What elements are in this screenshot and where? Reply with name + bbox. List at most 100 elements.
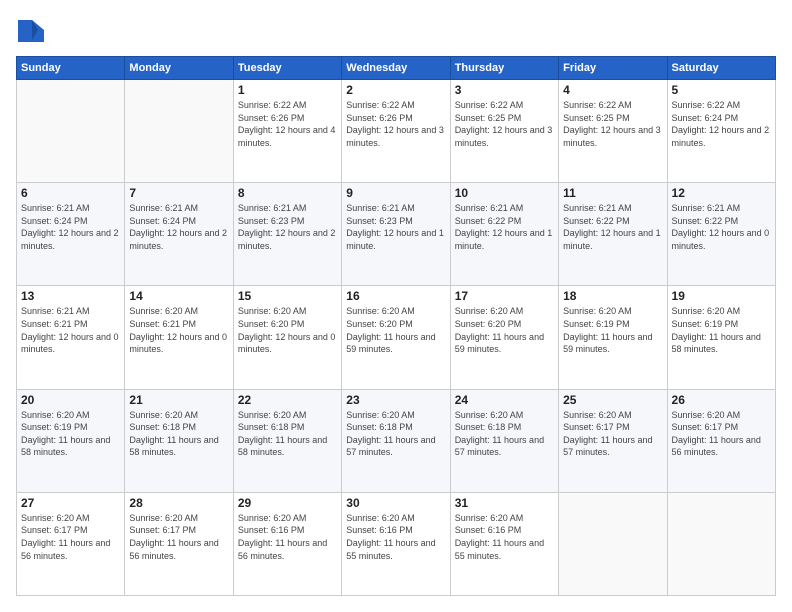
- calendar-week-row: 13Sunrise: 6:21 AM Sunset: 6:21 PM Dayli…: [17, 286, 776, 389]
- calendar-cell: [125, 80, 233, 183]
- calendar-cell: 27 Sunrise: 6:20 AM Sunset: 6:17 PM Dayli…: [17, 492, 125, 595]
- day-number: 22: [238, 393, 337, 407]
- day-number: 9: [346, 186, 445, 200]
- day-number: 23: [346, 393, 445, 407]
- day-info: Sunrise: 6:20 AM Sunset: 6:18 PM Dayligh…: [346, 409, 445, 459]
- calendar-cell: [17, 80, 125, 183]
- day-info: Sunrise: 6:20 AM Sunset: 6:16 PM Dayligh…: [238, 512, 337, 562]
- day-info: Sunrise: 6:21 AM Sunset: 6:22 PM Dayligh…: [672, 202, 771, 252]
- calendar-weekday-sunday: Sunday: [17, 57, 125, 80]
- day-info: Sunrise: 6:22 AM Sunset: 6:25 PM Dayligh…: [563, 99, 662, 149]
- calendar-cell: 9 Sunrise: 6:21 AM Sunset: 6:23 PM Daylig…: [342, 183, 450, 286]
- day-number: 2: [346, 83, 445, 97]
- calendar-cell: 30 Sunrise: 6:20 AM Sunset: 6:16 PM Dayli…: [342, 492, 450, 595]
- day-number: 8: [238, 186, 337, 200]
- day-info: Sunrise: 6:22 AM Sunset: 6:25 PM Dayligh…: [455, 99, 554, 149]
- day-number: 21: [129, 393, 228, 407]
- day-number: 25: [563, 393, 662, 407]
- day-info: Sunrise: 6:21 AM Sunset: 6:24 PM Dayligh…: [129, 202, 228, 252]
- day-info: Sunrise: 6:20 AM Sunset: 6:20 PM Dayligh…: [455, 305, 554, 355]
- day-number: 19: [672, 289, 771, 303]
- day-info: Sunrise: 6:22 AM Sunset: 6:24 PM Dayligh…: [672, 99, 771, 149]
- day-number: 3: [455, 83, 554, 97]
- calendar-cell: 7 Sunrise: 6:21 AM Sunset: 6:24 PM Daylig…: [125, 183, 233, 286]
- calendar-week-row: 20Sunrise: 6:20 AM Sunset: 6:19 PM Dayli…: [17, 389, 776, 492]
- calendar-weekday-friday: Friday: [559, 57, 667, 80]
- calendar-cell: 16 Sunrise: 6:20 AM Sunset: 6:20 PM Dayli…: [342, 286, 450, 389]
- calendar-cell: 26 Sunrise: 6:20 AM Sunset: 6:17 PM Dayli…: [667, 389, 775, 492]
- day-number: 16: [346, 289, 445, 303]
- day-number: 14: [129, 289, 228, 303]
- calendar-cell: 18 Sunrise: 6:20 AM Sunset: 6:19 PM Dayli…: [559, 286, 667, 389]
- calendar-weekday-wednesday: Wednesday: [342, 57, 450, 80]
- day-number: 4: [563, 83, 662, 97]
- calendar-cell: 23 Sunrise: 6:20 AM Sunset: 6:18 PM Dayli…: [342, 389, 450, 492]
- day-number: 18: [563, 289, 662, 303]
- day-info: Sunrise: 6:20 AM Sunset: 6:21 PM Dayligh…: [129, 305, 228, 355]
- calendar-cell: 19 Sunrise: 6:20 AM Sunset: 6:19 PM Dayli…: [667, 286, 775, 389]
- day-info: Sunrise: 6:20 AM Sunset: 6:16 PM Dayligh…: [346, 512, 445, 562]
- calendar-cell: 14 Sunrise: 6:20 AM Sunset: 6:21 PM Dayli…: [125, 286, 233, 389]
- day-number: 28: [129, 496, 228, 510]
- day-info: Sunrise: 6:20 AM Sunset: 6:16 PM Dayligh…: [455, 512, 554, 562]
- calendar-cell: 4 Sunrise: 6:22 AM Sunset: 6:25 PM Daylig…: [559, 80, 667, 183]
- day-number: 10: [455, 186, 554, 200]
- calendar-cell: 1Sunrise: 6:22 AM Sunset: 6:26 PM Daylig…: [233, 80, 341, 183]
- day-info: Sunrise: 6:20 AM Sunset: 6:18 PM Dayligh…: [455, 409, 554, 459]
- calendar-cell: [559, 492, 667, 595]
- day-info: Sunrise: 6:21 AM Sunset: 6:23 PM Dayligh…: [238, 202, 337, 252]
- logo: [16, 16, 50, 46]
- day-info: Sunrise: 6:20 AM Sunset: 6:17 PM Dayligh…: [21, 512, 120, 562]
- calendar-header-row: SundayMondayTuesdayWednesdayThursdayFrid…: [17, 57, 776, 80]
- day-number: 12: [672, 186, 771, 200]
- day-number: 31: [455, 496, 554, 510]
- calendar-cell: 2 Sunrise: 6:22 AM Sunset: 6:26 PM Daylig…: [342, 80, 450, 183]
- day-number: 26: [672, 393, 771, 407]
- calendar-cell: 6Sunrise: 6:21 AM Sunset: 6:24 PM Daylig…: [17, 183, 125, 286]
- calendar-cell: 21 Sunrise: 6:20 AM Sunset: 6:18 PM Dayli…: [125, 389, 233, 492]
- day-number: 17: [455, 289, 554, 303]
- day-info: Sunrise: 6:21 AM Sunset: 6:24 PM Dayligh…: [21, 202, 120, 252]
- day-info: Sunrise: 6:21 AM Sunset: 6:22 PM Dayligh…: [455, 202, 554, 252]
- day-info: Sunrise: 6:20 AM Sunset: 6:18 PM Dayligh…: [129, 409, 228, 459]
- day-info: Sunrise: 6:20 AM Sunset: 6:20 PM Dayligh…: [346, 305, 445, 355]
- calendar-weekday-thursday: Thursday: [450, 57, 558, 80]
- calendar-cell: 12 Sunrise: 6:21 AM Sunset: 6:22 PM Dayli…: [667, 183, 775, 286]
- calendar-cell: 10 Sunrise: 6:21 AM Sunset: 6:22 PM Dayli…: [450, 183, 558, 286]
- day-number: 29: [238, 496, 337, 510]
- calendar-cell: 24 Sunrise: 6:20 AM Sunset: 6:18 PM Dayli…: [450, 389, 558, 492]
- day-info: Sunrise: 6:20 AM Sunset: 6:19 PM Dayligh…: [672, 305, 771, 355]
- day-info: Sunrise: 6:21 AM Sunset: 6:22 PM Dayligh…: [563, 202, 662, 252]
- day-number: 13: [21, 289, 120, 303]
- calendar-weekday-monday: Monday: [125, 57, 233, 80]
- day-info: Sunrise: 6:20 AM Sunset: 6:18 PM Dayligh…: [238, 409, 337, 459]
- calendar-cell: 17 Sunrise: 6:20 AM Sunset: 6:20 PM Dayli…: [450, 286, 558, 389]
- calendar-week-row: 6Sunrise: 6:21 AM Sunset: 6:24 PM Daylig…: [17, 183, 776, 286]
- day-number: 30: [346, 496, 445, 510]
- calendar-table: SundayMondayTuesdayWednesdayThursdayFrid…: [16, 56, 776, 596]
- calendar-week-row: 27 Sunrise: 6:20 AM Sunset: 6:17 PM Dayli…: [17, 492, 776, 595]
- calendar-cell: 29 Sunrise: 6:20 AM Sunset: 6:16 PM Dayli…: [233, 492, 341, 595]
- calendar-weekday-saturday: Saturday: [667, 57, 775, 80]
- day-info: Sunrise: 6:20 AM Sunset: 6:17 PM Dayligh…: [672, 409, 771, 459]
- calendar-cell: 31 Sunrise: 6:20 AM Sunset: 6:16 PM Dayli…: [450, 492, 558, 595]
- day-number: 5: [672, 83, 771, 97]
- day-info: Sunrise: 6:20 AM Sunset: 6:20 PM Dayligh…: [238, 305, 337, 355]
- day-info: Sunrise: 6:22 AM Sunset: 6:26 PM Dayligh…: [346, 99, 445, 149]
- day-number: 7: [129, 186, 228, 200]
- calendar-cell: 15 Sunrise: 6:20 AM Sunset: 6:20 PM Dayli…: [233, 286, 341, 389]
- calendar-cell: 28Sunrise: 6:20 AM Sunset: 6:17 PM Dayli…: [125, 492, 233, 595]
- day-info: Sunrise: 6:20 AM Sunset: 6:19 PM Dayligh…: [563, 305, 662, 355]
- calendar-cell: [667, 492, 775, 595]
- calendar-cell: 25Sunrise: 6:20 AM Sunset: 6:17 PM Dayli…: [559, 389, 667, 492]
- calendar-weekday-tuesday: Tuesday: [233, 57, 341, 80]
- day-number: 24: [455, 393, 554, 407]
- calendar-cell: 3 Sunrise: 6:22 AM Sunset: 6:25 PM Daylig…: [450, 80, 558, 183]
- day-info: Sunrise: 6:20 AM Sunset: 6:19 PM Dayligh…: [21, 409, 120, 459]
- calendar-cell: 22 Sunrise: 6:20 AM Sunset: 6:18 PM Dayli…: [233, 389, 341, 492]
- day-number: 27: [21, 496, 120, 510]
- day-number: 15: [238, 289, 337, 303]
- day-info: Sunrise: 6:21 AM Sunset: 6:23 PM Dayligh…: [346, 202, 445, 252]
- calendar-week-row: 1 Sunrise: 6:22 AM Sunset: 6:26 PM Daylig…: [17, 80, 776, 183]
- day-number: 1: [238, 83, 337, 97]
